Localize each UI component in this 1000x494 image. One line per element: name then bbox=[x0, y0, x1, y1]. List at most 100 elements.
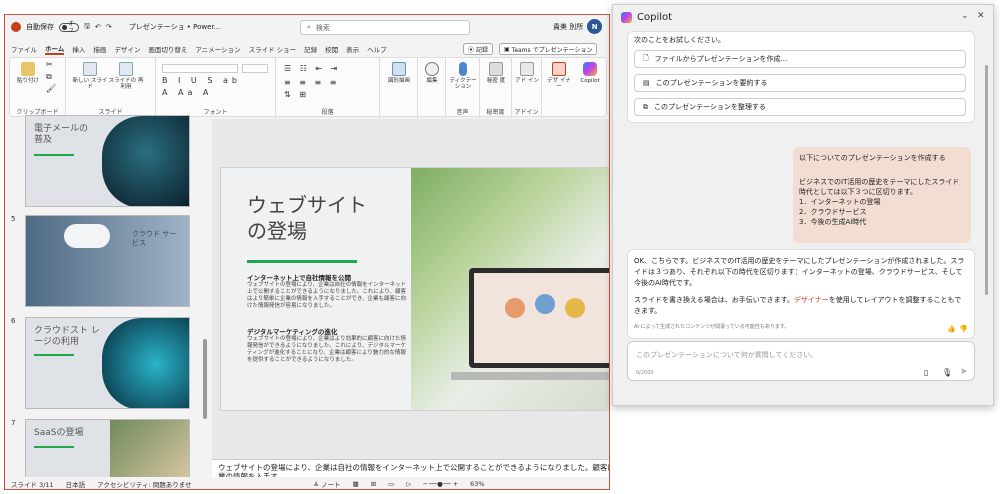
copilot-scrollbar[interactable] bbox=[985, 65, 988, 295]
notes-toggle[interactable]: ≜ ノート bbox=[314, 479, 341, 489]
save-icon[interactable]: 🖫 bbox=[84, 22, 90, 33]
new-slide-button[interactable]: 新しい スライド bbox=[72, 62, 108, 90]
reuse-slide-label: スライドの 再利用 bbox=[108, 78, 144, 90]
copilot-btn-label: Copilot bbox=[580, 78, 600, 84]
addin-button[interactable]: アド イン bbox=[515, 62, 539, 84]
magnifier-icon bbox=[425, 62, 439, 76]
thumbs-down-icon[interactable]: 👎 bbox=[959, 324, 968, 335]
speaker-notes[interactable]: ウェブサイトの登場により、企業は自社の情報をインターネット上で公開することができ… bbox=[212, 459, 609, 477]
accessibility-status[interactable]: アクセシビリティ: 問題ありませ bbox=[97, 479, 191, 489]
slide-thumbnail[interactable]: クラウドスト レージの利用 bbox=[25, 317, 190, 409]
char-count: 0/2000 bbox=[636, 370, 654, 376]
microphone-icon[interactable]: 🎙 bbox=[942, 368, 952, 377]
section1-body[interactable]: ウェブサイトの登場により、企業は自社の情報をインターネット上で公開することができ… bbox=[247, 282, 407, 310]
shapes-button[interactable]: 図形描画 bbox=[384, 62, 414, 84]
thumbs-up-icon[interactable]: 👍 bbox=[947, 324, 956, 335]
shapes-label: 図形描画 bbox=[387, 78, 410, 84]
suggestions-card: 次のことをお試しください。 🗋 ファイルからプレゼンテーションを作成... ▤ この… bbox=[627, 31, 975, 123]
network-image bbox=[102, 116, 189, 206]
suggestion-organize[interactable]: ⧉ このプレゼンテーションを整理する bbox=[634, 98, 966, 116]
sensitivity-button[interactable]: 秘密 度 bbox=[484, 62, 508, 84]
tab-draw[interactable]: 描画 bbox=[93, 44, 106, 54]
editing-button[interactable]: 編集 bbox=[420, 62, 444, 84]
paragraph-extra-buttons[interactable]: ⇅ ⊞ bbox=[284, 91, 309, 99]
user-account[interactable]: 貴美 別所 N bbox=[553, 19, 603, 34]
reuse-slide-button[interactable]: スライドの 再利用 bbox=[108, 62, 144, 90]
font-color-buttons[interactable]: A Aa A bbox=[162, 89, 212, 97]
current-slide[interactable]: ウェブサイト の登場 インターネット上で自社情報を公開 ウェブサイトの登場により… bbox=[220, 167, 609, 411]
section2-heading[interactable]: デジタルマーケティングの進化 bbox=[247, 326, 337, 336]
designer-link[interactable]: デザイナー bbox=[794, 296, 829, 304]
suggestion-summarize[interactable]: ▤ このプレゼンテーションを要約する bbox=[634, 74, 966, 92]
designer-button[interactable]: デザ イナー bbox=[546, 62, 572, 90]
search-box[interactable]: ⌕ 検索 bbox=[300, 20, 470, 35]
redo-icon[interactable]: ↷ bbox=[106, 23, 112, 31]
suggestion-create-from-file[interactable]: 🗋 ファイルからプレゼンテーションを作成... bbox=[634, 50, 966, 68]
tab-review[interactable]: 校閲 bbox=[325, 44, 338, 54]
search-icon: ⌕ bbox=[307, 23, 311, 31]
slideshow-view-icon[interactable]: ▷ bbox=[406, 480, 411, 488]
chevron-down-icon[interactable]: ⌄ bbox=[961, 11, 969, 21]
font-name-dropdown[interactable] bbox=[162, 64, 238, 73]
sorter-view-icon[interactable]: ⊞ bbox=[371, 480, 376, 488]
tab-animations[interactable]: アニメーション bbox=[195, 44, 240, 54]
font-style-buttons[interactable]: B I U S ab bbox=[162, 77, 241, 85]
toggle-knob bbox=[62, 24, 67, 30]
person-icon bbox=[535, 294, 555, 314]
reading-view-icon[interactable]: ▭ bbox=[388, 480, 394, 488]
list-buttons[interactable]: ☰ ☷ ⇤ ⇥ bbox=[284, 65, 340, 73]
record-button-label: 記録 bbox=[476, 46, 489, 54]
teams-present-button[interactable]: ▣ Teams でプレゼンテーション bbox=[499, 43, 598, 55]
undo-icon[interactable]: ↶ bbox=[95, 23, 101, 31]
autosave-toggle[interactable]: オフ bbox=[59, 21, 79, 34]
record-button[interactable]: ⦿ 記録 bbox=[463, 43, 494, 55]
laptop-photo[interactable] bbox=[411, 168, 609, 410]
tab-slideshow[interactable]: スライド ショー bbox=[249, 44, 297, 54]
format-painter-icon[interactable]: 🖌 bbox=[46, 85, 56, 93]
person-icon bbox=[565, 298, 585, 318]
copy-icon[interactable]: ⧉ bbox=[46, 73, 52, 81]
zoom-slider[interactable]: ─ ──●── + bbox=[423, 480, 458, 488]
copilot-ribbon-button[interactable]: Copilot bbox=[576, 62, 604, 84]
user-message-item: 1．インターネットの登場 bbox=[799, 198, 881, 206]
tab-view[interactable]: 表示 bbox=[346, 44, 359, 54]
tab-insert[interactable]: 挿入 bbox=[72, 44, 85, 54]
user-message-item: 2．クラウドサービス bbox=[799, 208, 867, 216]
new-slide-icon bbox=[83, 62, 97, 76]
tab-home[interactable]: ホーム bbox=[45, 43, 65, 55]
chat-input[interactable]: このプレゼンテーションについて何か質問してください。 0/2000 ▯ 🎙 ➤ bbox=[627, 341, 975, 381]
avatar[interactable]: N bbox=[587, 19, 603, 34]
slide-thumbnail[interactable]: クラウド サービス bbox=[25, 215, 190, 307]
reuse-slide-icon bbox=[119, 62, 133, 76]
align-buttons[interactable]: ≡ ≡ ≡ ≡ bbox=[284, 79, 339, 87]
dictate-button[interactable]: ディクテー ション bbox=[448, 62, 478, 90]
ai-disclaimer: AI によって生成されたコンテンツが間違っている可能性もあります。 bbox=[634, 324, 790, 330]
slides-group: 新しい スライド スライドの 再利用 スライド bbox=[66, 58, 156, 118]
clipboard-icon bbox=[21, 62, 35, 76]
section2-body[interactable]: ウェブサイトの登場により、企業はより効果的に顧客に向けた情報発信ができるようにな… bbox=[247, 336, 407, 364]
status-bar: スライド 3/11 日本語 アクセシビリティ: 問題ありませ ≜ ノート ▦ ⊞… bbox=[5, 477, 609, 489]
prompt-guide-icon[interactable]: ▯ bbox=[924, 368, 928, 377]
tab-help[interactable]: ヘルプ bbox=[367, 44, 387, 54]
send-icon[interactable]: ➤ bbox=[960, 367, 968, 377]
cut-icon[interactable]: ✂ bbox=[46, 61, 53, 69]
section1-heading[interactable]: インターネット上で自社情報を公開 bbox=[247, 272, 351, 282]
tab-file[interactable]: ファイル bbox=[11, 44, 37, 54]
zoom-level[interactable]: 63% bbox=[470, 480, 484, 488]
font-size-dropdown[interactable] bbox=[242, 64, 268, 73]
thumbnails-scrollbar[interactable] bbox=[203, 339, 207, 419]
teams-icon: ▣ bbox=[504, 45, 510, 53]
tab-record[interactable]: 記録 bbox=[304, 44, 317, 54]
normal-view-icon[interactable]: ▦ bbox=[353, 480, 359, 488]
tab-design[interactable]: デザイン bbox=[114, 44, 140, 54]
slide-thumbnail[interactable]: 電子メールの 普及 bbox=[25, 115, 190, 207]
close-icon[interactable]: ✕ bbox=[977, 11, 985, 21]
tab-transitions[interactable]: 画面切り替え bbox=[148, 44, 187, 54]
slide-number: 7 bbox=[11, 419, 16, 427]
paste-button[interactable]: 貼り付け bbox=[16, 62, 40, 84]
slide-title[interactable]: ウェブサイト の登場 bbox=[247, 192, 367, 244]
voice-group-label: 音声 bbox=[456, 109, 469, 116]
copilot-header: Copilot ⌄ ✕ bbox=[613, 5, 993, 29]
ribbon-tabs: ファイル ホーム 挿入 描画 デザイン 画面切り替え アニメーション スライド … bbox=[5, 41, 609, 56]
language-indicator[interactable]: 日本語 bbox=[66, 479, 86, 489]
